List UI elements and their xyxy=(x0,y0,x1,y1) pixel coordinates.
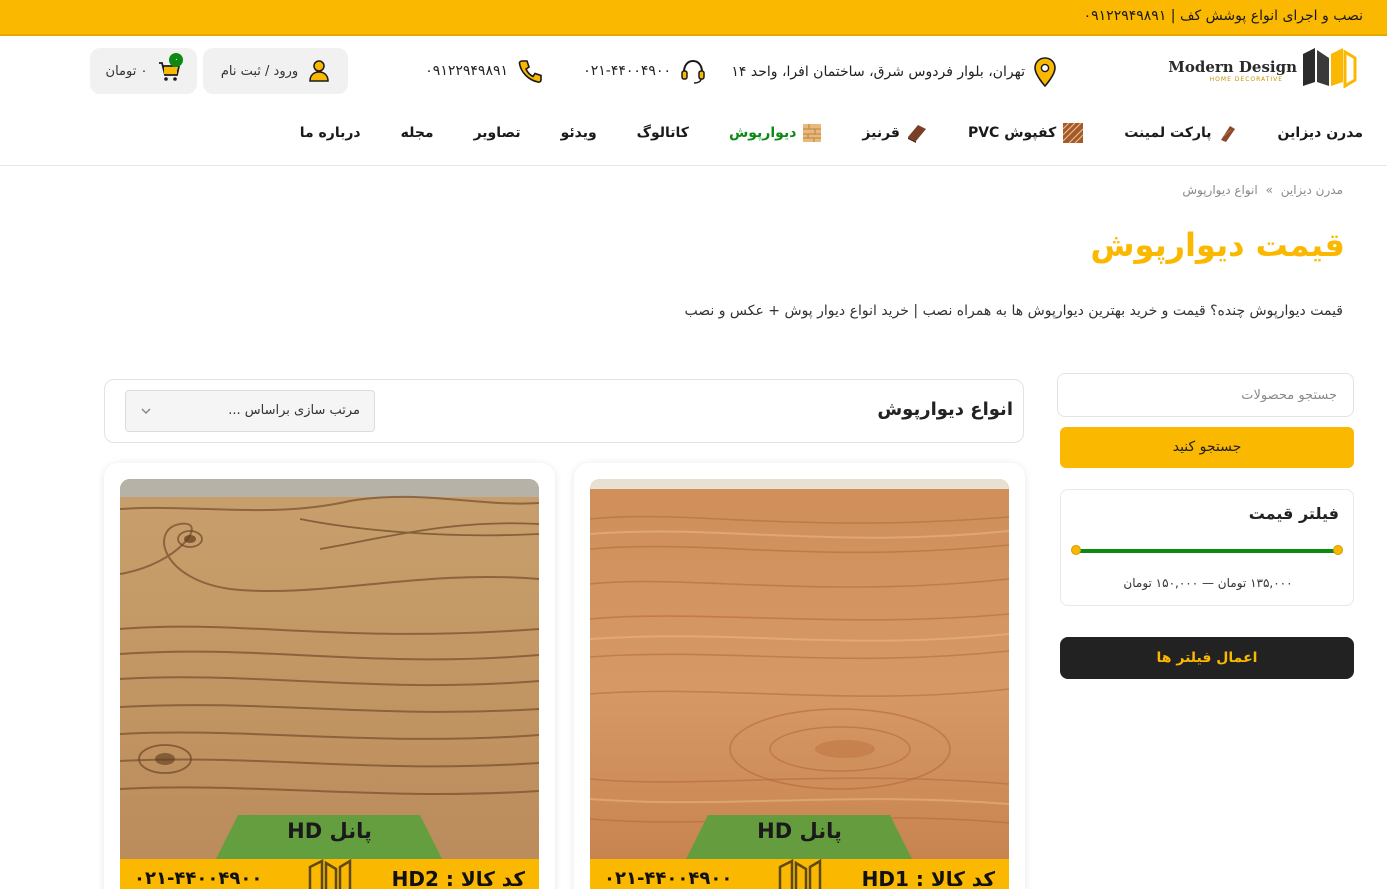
price-range-track[interactable] xyxy=(1075,549,1339,553)
logo-wordmark: Modern Design xyxy=(1168,58,1297,76)
nav-item-plinth[interactable]: قرنیز xyxy=(862,123,928,143)
mobile-phone-block[interactable]: ۰۹۱۲۲۹۴۹۸۹۱ xyxy=(425,57,544,85)
price-range-max-handle[interactable] xyxy=(1333,545,1343,555)
cart-icon: ۰ xyxy=(157,53,184,83)
headset-icon xyxy=(681,59,705,84)
product-image[interactable]: پانل HD کد کالا : HD2 ۰۲۱-۴۴۰۰۴۹۰۰ xyxy=(120,479,539,889)
nav-label: قرنیز xyxy=(862,125,900,141)
nav-label: تصاویر xyxy=(473,125,521,141)
user-icon xyxy=(309,60,329,82)
phone-handset-icon xyxy=(518,60,542,83)
product-badge: پانل HD xyxy=(287,819,372,843)
nav-label: مجله xyxy=(400,125,434,141)
nav-item-catalog[interactable]: کاتالوگ xyxy=(637,125,689,141)
location-pin-icon xyxy=(1034,57,1056,87)
product-code: کد کالا : HD1 xyxy=(861,867,995,889)
product-phone: ۰۲۱-۴۴۰۰۴۹۰۰ xyxy=(134,868,263,889)
support-phone-block[interactable]: ۰۲۱-۴۴۰۰۴۹۰۰ xyxy=(583,57,707,85)
nav-divider xyxy=(0,165,1387,166)
nav-label: کفپوش PVC xyxy=(967,125,1057,141)
products-toolbar: انواع دیوارپوش مرتب سازی براساس ... xyxy=(104,379,1024,443)
product-codebar: کد کالا : HD1 ۰۲۱-۴۴۰۰۴۹۰۰ xyxy=(590,859,1009,889)
landline-phone-text[interactable]: ۰۲۱-۴۴۰۰۴۹۰۰ xyxy=(583,63,671,79)
cart-total-label: ۰ تومان xyxy=(105,63,148,79)
sort-select[interactable]: مرتب سازی براساس ... xyxy=(125,390,375,432)
breadcrumb-home[interactable]: مدرن دیزاین xyxy=(1281,183,1343,197)
nav-label: درباره ما xyxy=(299,125,361,141)
product-code: کد کالا : HD2 xyxy=(391,867,525,889)
apply-filters-button[interactable]: اعمال فیلتر ها xyxy=(1060,637,1354,679)
nav-item-parquet[interactable]: پارکت لمینت xyxy=(1124,123,1237,143)
pvc-icon xyxy=(1062,122,1084,144)
sort-select-value: مرتب سازی براساس ... xyxy=(228,403,360,418)
login-register-button[interactable]: ورود / ثبت نام xyxy=(203,48,348,94)
nav-label: مدرن دیزاین xyxy=(1277,125,1363,141)
cart-button[interactable]: ۰ ۰ تومان xyxy=(90,48,197,94)
main-navigation: مدرن دیزاین پارکت لمینت کفپوش PVC قرنیز … xyxy=(260,122,1363,144)
product-image[interactable]: پانل HD کد کالا : HD1 ۰۲۱-۴۴۰۰۴۹۰۰ xyxy=(590,479,1009,889)
nav-label: کاتالوگ xyxy=(636,125,689,141)
page-title: قیمت دیوارپوش xyxy=(1090,226,1345,264)
address-text: تهران، بلوار فردوس شرق، ساختمان افرا، وا… xyxy=(731,64,1025,80)
nav-item-images[interactable]: تصاویر xyxy=(474,125,521,141)
top-announcement-bar: نصب و اجرای انواع پوشش کف | ۰۹۱۲۲۹۴۹۸۹۱ xyxy=(0,0,1387,36)
logo-tagline: HOME DECORATIVE xyxy=(1209,76,1283,83)
nav-item-wall-panel[interactable]: دیوارپوش xyxy=(729,123,822,143)
parquet-icon xyxy=(1220,126,1235,142)
product-card[interactable]: پانل HD کد کالا : HD1 ۰۲۱-۴۴۰۰۴۹۰۰ xyxy=(574,463,1025,889)
site-logo[interactable]: Modern Design HOME DECORATIVE xyxy=(1168,46,1359,88)
price-filter-title: فیلتر قیمت xyxy=(1248,504,1339,523)
nav-item-about[interactable]: درباره ما xyxy=(300,125,361,141)
address-block: تهران، بلوار فردوس شرق، ساختمان افرا، وا… xyxy=(731,57,1057,87)
price-range-min-handle[interactable] xyxy=(1071,545,1081,555)
breadcrumb-separator: » xyxy=(1265,183,1273,197)
logo-mark-icon xyxy=(308,859,352,889)
search-button[interactable]: جستجو کنید xyxy=(1060,427,1354,468)
product-search-input[interactable]: جستجو محصولات xyxy=(1057,373,1354,417)
page-description: قیمت دیوارپوش چنده؟ قیمت و خرید بهترین د… xyxy=(684,303,1343,319)
plinth-icon xyxy=(907,125,926,143)
mobile-phone-text[interactable]: ۰۹۱۲۲۹۴۹۸۹۱ xyxy=(425,63,508,79)
product-card[interactable]: پانل HD کد کالا : HD2 ۰۲۱-۴۴۰۰۴۹۰۰ xyxy=(104,463,555,889)
logo-mark-icon xyxy=(1303,48,1357,88)
wall-panel-icon xyxy=(803,124,822,142)
nav-item-magazine[interactable]: مجله xyxy=(401,125,434,141)
logo-mark-icon xyxy=(778,859,822,889)
nav-item-video[interactable]: ویدئو xyxy=(561,125,597,141)
announcement-text: نصب و اجرای انواع پوشش کف | ۰۹۱۲۲۹۴۹۸۹۱ xyxy=(1083,8,1363,24)
product-phone: ۰۲۱-۴۴۰۰۴۹۰۰ xyxy=(604,868,733,889)
nav-item-modern-design[interactable]: مدرن دیزاین xyxy=(1278,125,1363,141)
nav-item-pvc[interactable]: کفپوش PVC xyxy=(968,122,1084,144)
breadcrumb-current: انواع دیوارپوش xyxy=(1182,183,1258,197)
product-badge: پانل HD xyxy=(757,819,842,843)
nav-label: دیوارپوش xyxy=(728,125,797,141)
price-filter-widget: فیلتر قیمت ۱۳۵,۰۰۰ تومان — ۱۵۰,۰۰۰ تومان xyxy=(1060,489,1354,606)
price-range-text: ۱۳۵,۰۰۰ تومان — ۱۵۰,۰۰۰ تومان xyxy=(1123,576,1293,590)
nav-label: پارکت لمینت xyxy=(1124,125,1212,141)
product-codebar: کد کالا : HD2 ۰۲۱-۴۴۰۰۴۹۰۰ xyxy=(120,859,539,889)
breadcrumb: مدرن دیزاین » انواع دیوارپوش xyxy=(1182,183,1343,197)
nav-label: ویدئو xyxy=(560,125,597,141)
login-register-label: ورود / ثبت نام xyxy=(220,63,299,79)
chevron-down-icon xyxy=(141,408,151,415)
products-heading: انواع دیوارپوش xyxy=(877,399,1013,420)
